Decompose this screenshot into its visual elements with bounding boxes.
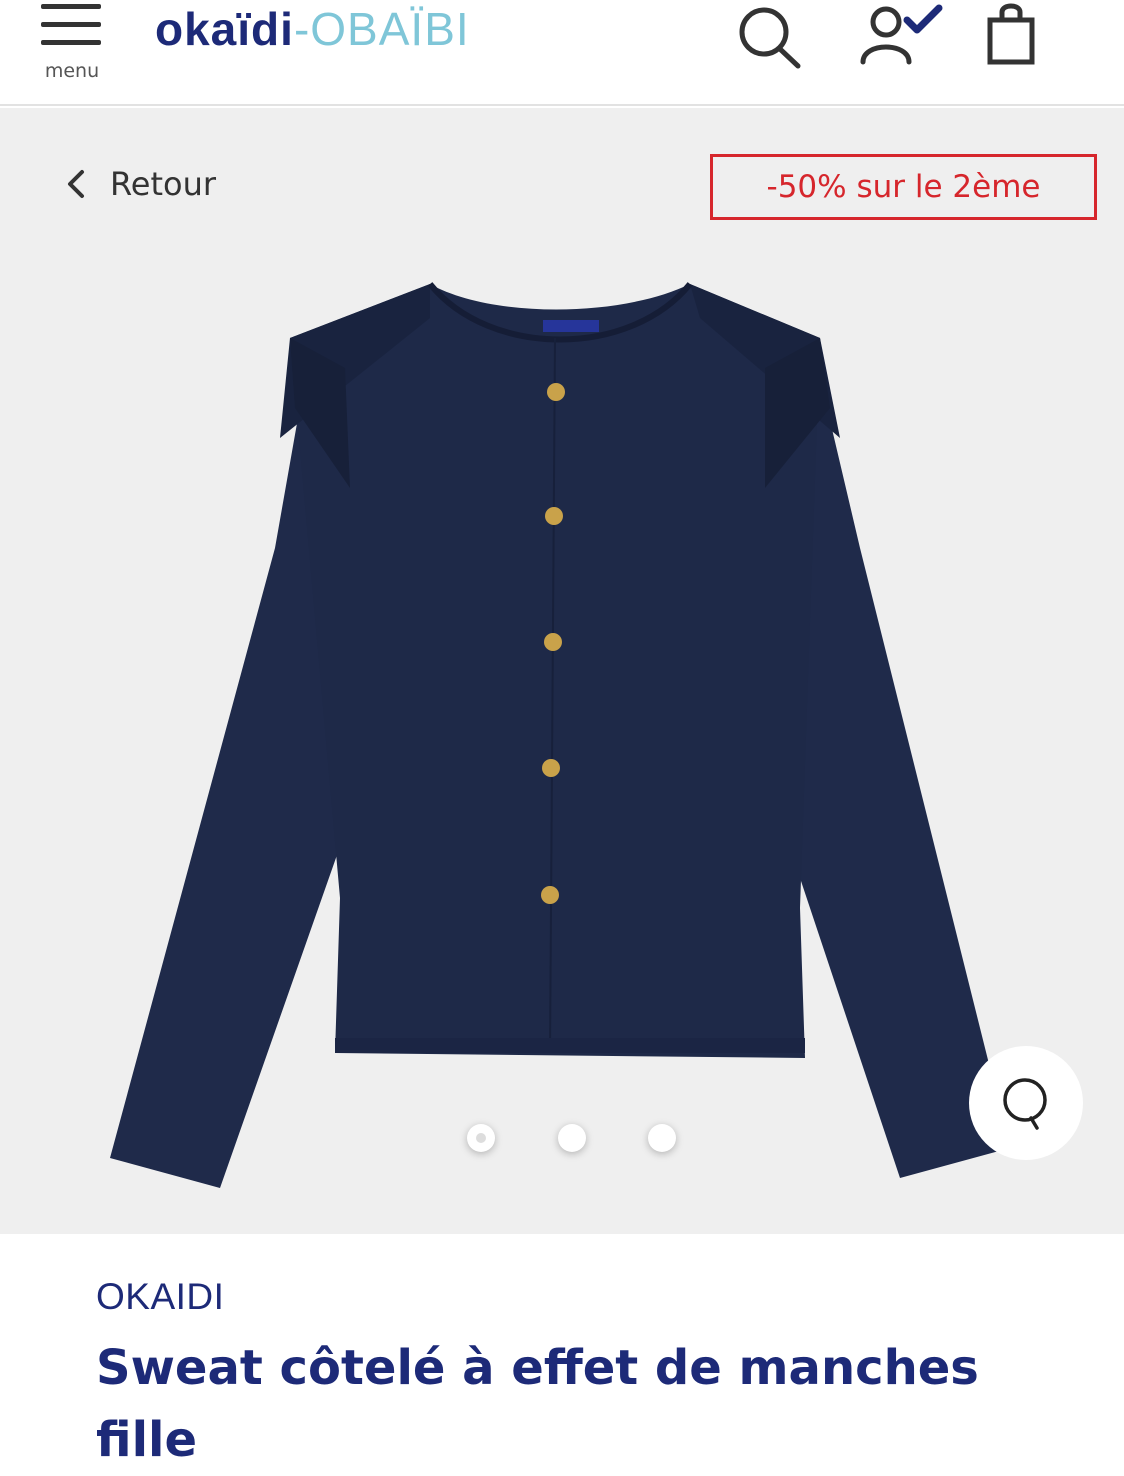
- garment-button: [544, 633, 562, 651]
- logo-primary: okaïdi: [155, 3, 294, 55]
- zoom-icon: [1003, 1078, 1047, 1130]
- back-link[interactable]: Retour: [62, 164, 216, 204]
- garment-button: [541, 886, 559, 904]
- back-label: Retour: [110, 165, 217, 203]
- garment-button: [542, 759, 560, 777]
- product-info: OKAIDI Sweat côtelé à effet de manches f…: [96, 1276, 1056, 1476]
- menu-label: menu: [44, 60, 100, 82]
- promo-badge: -50% sur le 2ème: [710, 154, 1097, 220]
- gallery-pagination: [428, 1108, 700, 1172]
- search-icon[interactable]: [736, 2, 806, 76]
- product-image[interactable]: [100, 258, 1030, 1198]
- garment-button: [545, 507, 563, 525]
- pagination-dot[interactable]: [467, 1124, 495, 1152]
- chevron-left-icon: [68, 170, 84, 198]
- site-header: menu okaïdi-OBAÏBI: [0, 0, 1124, 106]
- cart-icon[interactable]: [980, 2, 1042, 76]
- check-icon: [903, 4, 943, 34]
- hamburger-icon: [41, 4, 101, 46]
- product-gallery: Retour -50% sur le 2ème: [0, 108, 1124, 1234]
- promo-label: -50% sur le 2ème: [766, 169, 1041, 205]
- product-title: Sweat côtelé à effet de manches fille: [96, 1340, 979, 1468]
- product-brand[interactable]: OKAIDI: [96, 1276, 1056, 1318]
- logo-secondary: OBAÏBI: [310, 3, 470, 55]
- garment-button: [547, 383, 565, 401]
- zoom-button[interactable]: [969, 1046, 1083, 1160]
- menu-button[interactable]: menu: [36, 0, 108, 96]
- account-icon[interactable]: [855, 2, 947, 76]
- pagination-dot[interactable]: [558, 1124, 586, 1152]
- brand-logo[interactable]: okaïdi-OBAÏBI: [155, 2, 470, 55]
- logo-separator: -: [293, 3, 311, 55]
- pagination-dot[interactable]: [648, 1124, 676, 1152]
- garment-label: [543, 320, 599, 332]
